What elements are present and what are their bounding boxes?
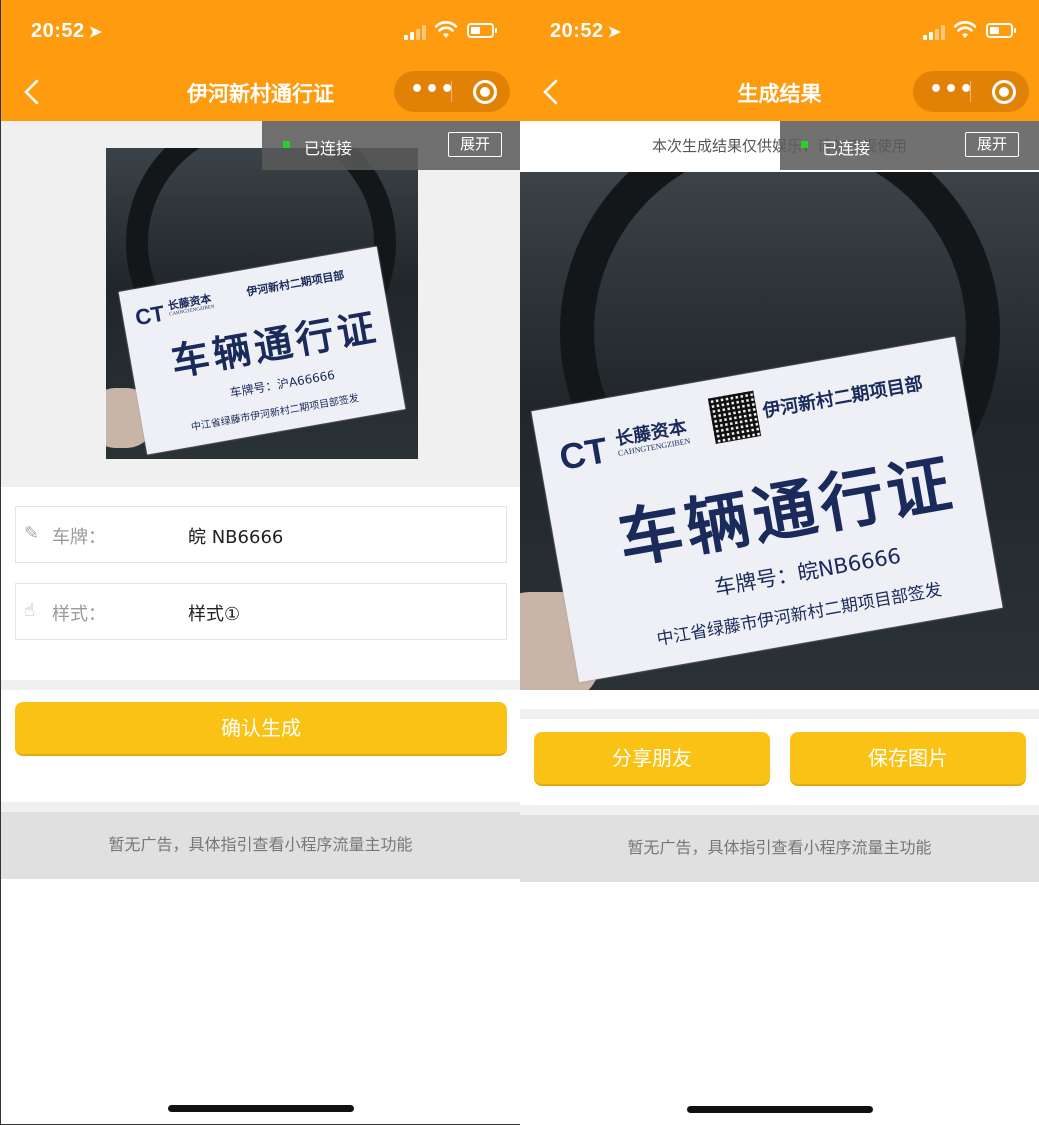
- card-logo: CT: [556, 429, 611, 478]
- divider: [520, 805, 1039, 815]
- card-dept: 伊河新村二期项目部: [245, 268, 346, 299]
- wifi-icon: [953, 21, 977, 38]
- qr-code-icon: [707, 390, 762, 444]
- right-phone-screen: 20:52➤ 生成结果 ••• 本次生成结果仅供娱乐，请勿违规使用 CT 长藤资…: [520, 0, 1039, 1125]
- style-label: 样式：: [52, 604, 106, 625]
- plate-label: 车牌：: [52, 527, 106, 548]
- more-menu-icon[interactable]: •••: [410, 79, 455, 101]
- left-phone-screen: 20:52 ➤ 伊河新村通行证 ••• CT 长藤资本 CAHNGTENGZIBE…: [0, 0, 520, 1125]
- divider: [1, 680, 520, 690]
- status-bar: 20:52 ➤: [520, 18, 1039, 50]
- capsule-divider: [970, 81, 971, 102]
- mini-program-capsule: •••: [394, 71, 510, 112]
- style-row[interactable]: ☝ 样式： 样式①: [15, 583, 507, 640]
- status-time: 20:52 ➤: [31, 20, 103, 42]
- home-indicator: [167, 1105, 354, 1112]
- location-arrow-icon: ➤: [607, 24, 622, 41]
- style-picker[interactable]: 样式①: [188, 600, 240, 626]
- hand-pointer-icon: ☝: [24, 600, 35, 621]
- form-section: ✎ 车牌： 皖 NB6666 ☝ 样式： 样式①: [1, 487, 520, 680]
- cellular-signal-icon: [923, 24, 945, 40]
- plate-row[interactable]: ✎ 车牌： 皖 NB6666: [15, 506, 507, 563]
- share-friends-button[interactable]: 分享朋友: [534, 732, 770, 786]
- more-menu-icon[interactable]: •••: [929, 79, 974, 101]
- connection-banner: 已连接 展开: [262, 121, 520, 170]
- nav-bar: 20:52 ➤ 伊河新村通行证 •••: [1, 0, 520, 121]
- status-bar: 20:52 ➤: [1, 18, 520, 50]
- divider: [520, 709, 1039, 719]
- wifi-icon: [434, 21, 458, 38]
- cellular-signal-icon: [404, 24, 426, 40]
- pencil-icon: ✎: [24, 523, 40, 544]
- pass-preview-image: CT 长藤资本 CAHNGTENGZIBEN 伊河新村二期项目部 车辆通行证 车…: [106, 148, 418, 459]
- ad-banner: 暂无广告，具体指引查看小程序流量主功能: [520, 815, 1039, 882]
- capsule-divider: [451, 81, 452, 102]
- mini-program-capsule: •••: [913, 71, 1029, 112]
- connected-dot: [283, 141, 290, 148]
- connection-status: 已连接: [304, 139, 353, 158]
- home-indicator: [686, 1106, 873, 1113]
- close-miniprogram-icon[interactable]: [473, 80, 497, 104]
- connection-status: 已连接: [822, 139, 871, 158]
- divider: [1, 802, 520, 812]
- generated-pass-image[interactable]: CT 长藤资本 CAHNGTENGZIBEN 伊河新村二期项目部 车辆通行证 车…: [520, 172, 1039, 690]
- close-miniprogram-icon[interactable]: [992, 80, 1016, 104]
- confirm-generate-button[interactable]: 确认生成: [15, 702, 507, 756]
- connection-banner: 已连接 展开: [780, 121, 1039, 170]
- location-arrow-icon: ➤: [88, 24, 103, 41]
- plate-input[interactable]: 皖 NB6666: [188, 523, 283, 549]
- expand-button[interactable]: 展开: [448, 132, 502, 157]
- battery-icon: [467, 23, 497, 38]
- card-logo: CT: [133, 300, 167, 331]
- ad-banner: 暂无广告，具体指引查看小程序流量主功能: [1, 812, 520, 879]
- nav-bar: 20:52 ➤ 生成结果 •••: [520, 0, 1039, 121]
- save-image-button[interactable]: 保存图片: [790, 732, 1026, 786]
- battery-icon: [986, 23, 1016, 38]
- expand-button[interactable]: 展开: [965, 132, 1019, 157]
- status-time: 20:52 ➤: [550, 20, 622, 42]
- preview-area: CT 长藤资本 CAHNGTENGZIBEN 伊河新村二期项目部 车辆通行证 车…: [1, 121, 520, 487]
- connected-dot: [801, 141, 808, 148]
- card-dept: 伊河新村二期项目部: [761, 373, 925, 423]
